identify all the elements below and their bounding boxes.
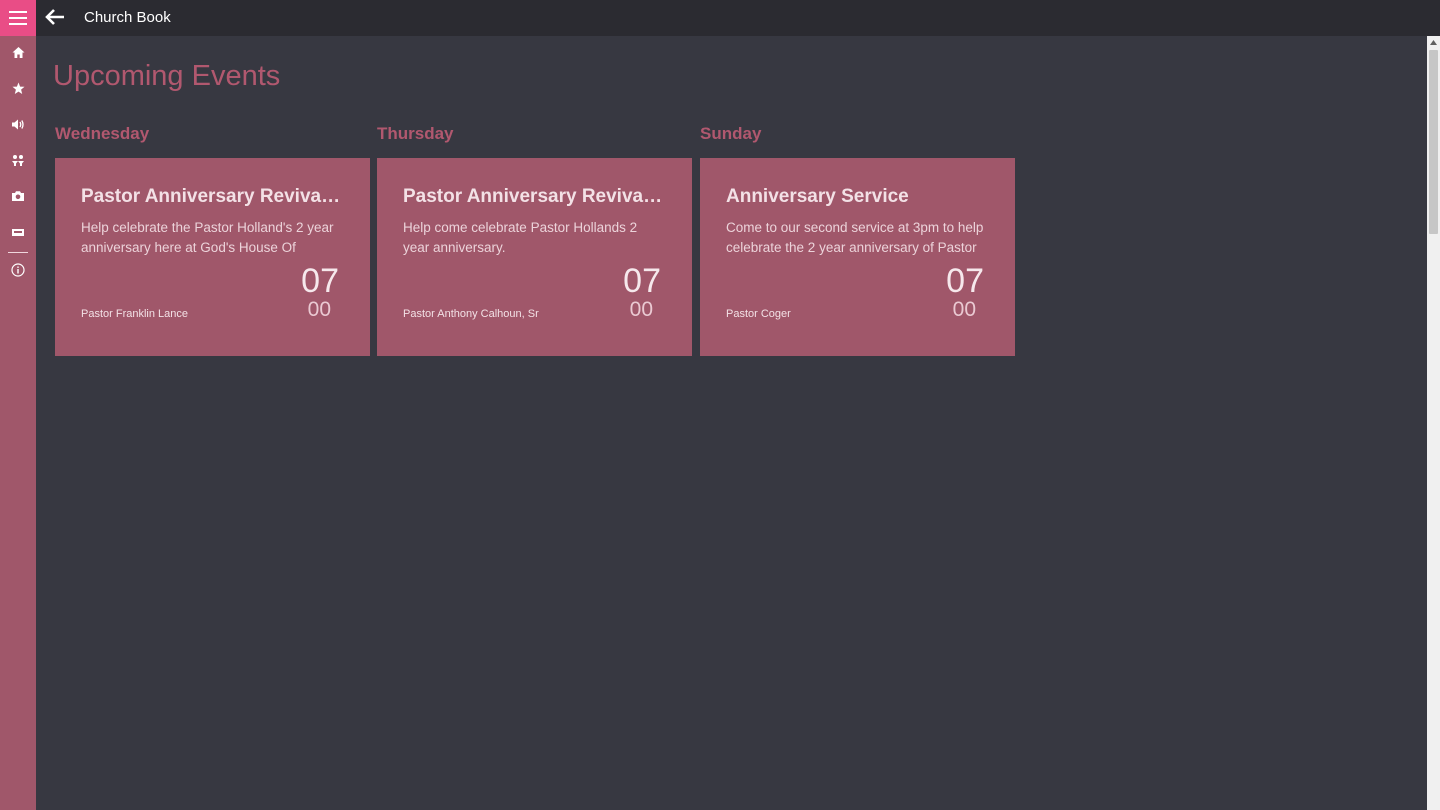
vertical-scrollbar[interactable] — [1427, 36, 1440, 810]
people-icon — [12, 154, 24, 166]
ticket-icon — [12, 229, 24, 236]
nav-favorites[interactable] — [0, 74, 36, 102]
event-minute: 00 — [629, 298, 653, 321]
nav-community[interactable] — [0, 146, 36, 174]
speaker-icon — [12, 119, 24, 129]
title-bar — [36, 0, 1440, 36]
event-description: Help celebrate the Pastor Holland's 2 ye… — [81, 220, 334, 255]
event-card[interactable]: Pastor Anniversary Revival Service Help … — [55, 158, 370, 356]
info-icon — [11, 263, 25, 277]
event-hour: 07 — [946, 262, 984, 300]
event-description: Come to our second service at 3pm to hel… — [726, 220, 984, 255]
page-title: Upcoming Events — [53, 60, 281, 92]
event-hour: 07 — [301, 262, 339, 300]
nav-tickets[interactable] — [0, 218, 36, 246]
nav-sidebar — [0, 0, 36, 810]
back-button[interactable] — [44, 6, 66, 28]
event-speaker: Pastor Franklin Lance — [81, 308, 188, 320]
event-card[interactable]: Pastor Anniversary Revival Service Help … — [377, 158, 692, 356]
event-title: Pastor Anniversary Revival Service — [81, 186, 345, 207]
nav-home[interactable] — [0, 38, 36, 66]
event-minute: 00 — [952, 298, 976, 321]
back-arrow-icon — [45, 9, 64, 25]
app-title: Church Book — [84, 9, 171, 26]
nav-audio[interactable] — [0, 110, 36, 138]
home-icon — [12, 46, 24, 58]
event-group-wednesday: Wednesday Pastor Anniversary Revival Ser… — [55, 124, 370, 356]
scroll-thumb[interactable] — [1429, 50, 1438, 234]
event-group-sunday: Sunday Anniversary Service Come to our s… — [700, 124, 1015, 356]
group-header-day[interactable]: Sunday — [700, 124, 1015, 158]
event-speaker: Pastor Anthony Calhoun, Sr — [403, 308, 539, 320]
event-description: Help come celebrate Pastor Hollands 2 ye… — [403, 220, 638, 255]
group-header-day[interactable]: Thursday — [377, 124, 692, 158]
hamburger-icon — [9, 11, 27, 25]
nav-divider — [8, 252, 28, 253]
star-icon — [12, 82, 24, 94]
group-header-day[interactable]: Wednesday — [55, 124, 370, 158]
nav-photos[interactable] — [0, 182, 36, 210]
hamburger-menu-button[interactable] — [0, 0, 36, 36]
event-group-thursday: Thursday Pastor Anniversary Revival Serv… — [377, 124, 692, 356]
event-card[interactable]: Anniversary Service Come to our second s… — [700, 158, 1015, 356]
event-hour: 07 — [623, 262, 661, 300]
scroll-up-arrow-icon — [1430, 39, 1437, 45]
camera-icon — [12, 191, 24, 201]
event-minute: 00 — [307, 298, 331, 321]
scroll-up-button[interactable] — [1427, 36, 1440, 48]
event-speaker: Pastor Coger — [726, 308, 791, 320]
nav-about[interactable] — [0, 256, 36, 284]
event-title: Anniversary Service — [726, 186, 909, 207]
event-title: Pastor Anniversary Revival Service — [403, 186, 667, 207]
